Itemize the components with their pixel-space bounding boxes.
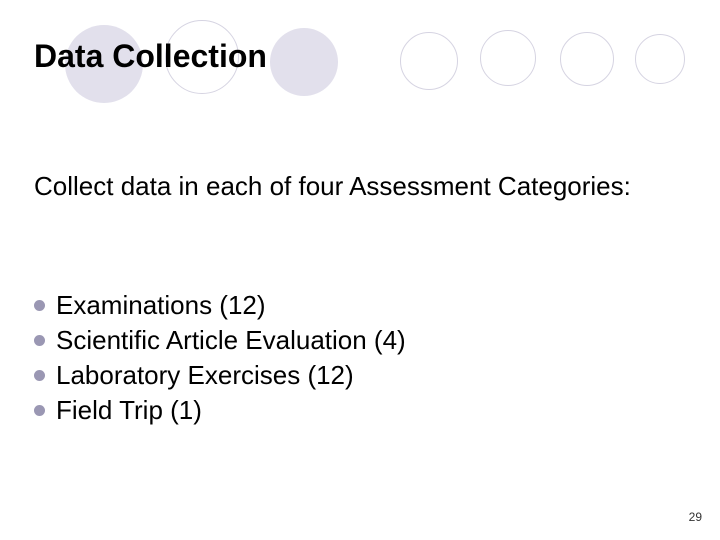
circle-icon	[560, 32, 614, 86]
list-item: Scientific Article Evaluation (4)	[34, 323, 660, 358]
bullet-text: Examinations (12)	[56, 288, 266, 323]
slide: Data Collection Collect data in each of …	[0, 0, 720, 540]
bullet-text: Field Trip (1)	[56, 393, 202, 428]
bullet-icon	[34, 335, 45, 346]
circle-icon	[480, 30, 536, 86]
circle-icon	[400, 32, 458, 90]
bullet-icon	[34, 405, 45, 416]
bullet-list: Examinations (12) Scientific Article Eva…	[34, 288, 660, 428]
circle-icon	[635, 34, 685, 84]
list-item: Field Trip (1)	[34, 393, 660, 428]
intro-text: Collect data in each of four Assessment …	[34, 170, 660, 203]
circle-icon	[270, 28, 338, 96]
bullet-text: Scientific Article Evaluation (4)	[56, 323, 406, 358]
list-item: Laboratory Exercises (12)	[34, 358, 660, 393]
list-item: Examinations (12)	[34, 288, 660, 323]
slide-title: Data Collection	[34, 38, 267, 75]
page-number: 29	[689, 510, 702, 524]
bullet-icon	[34, 300, 45, 311]
bullet-icon	[34, 370, 45, 381]
bullet-text: Laboratory Exercises (12)	[56, 358, 354, 393]
